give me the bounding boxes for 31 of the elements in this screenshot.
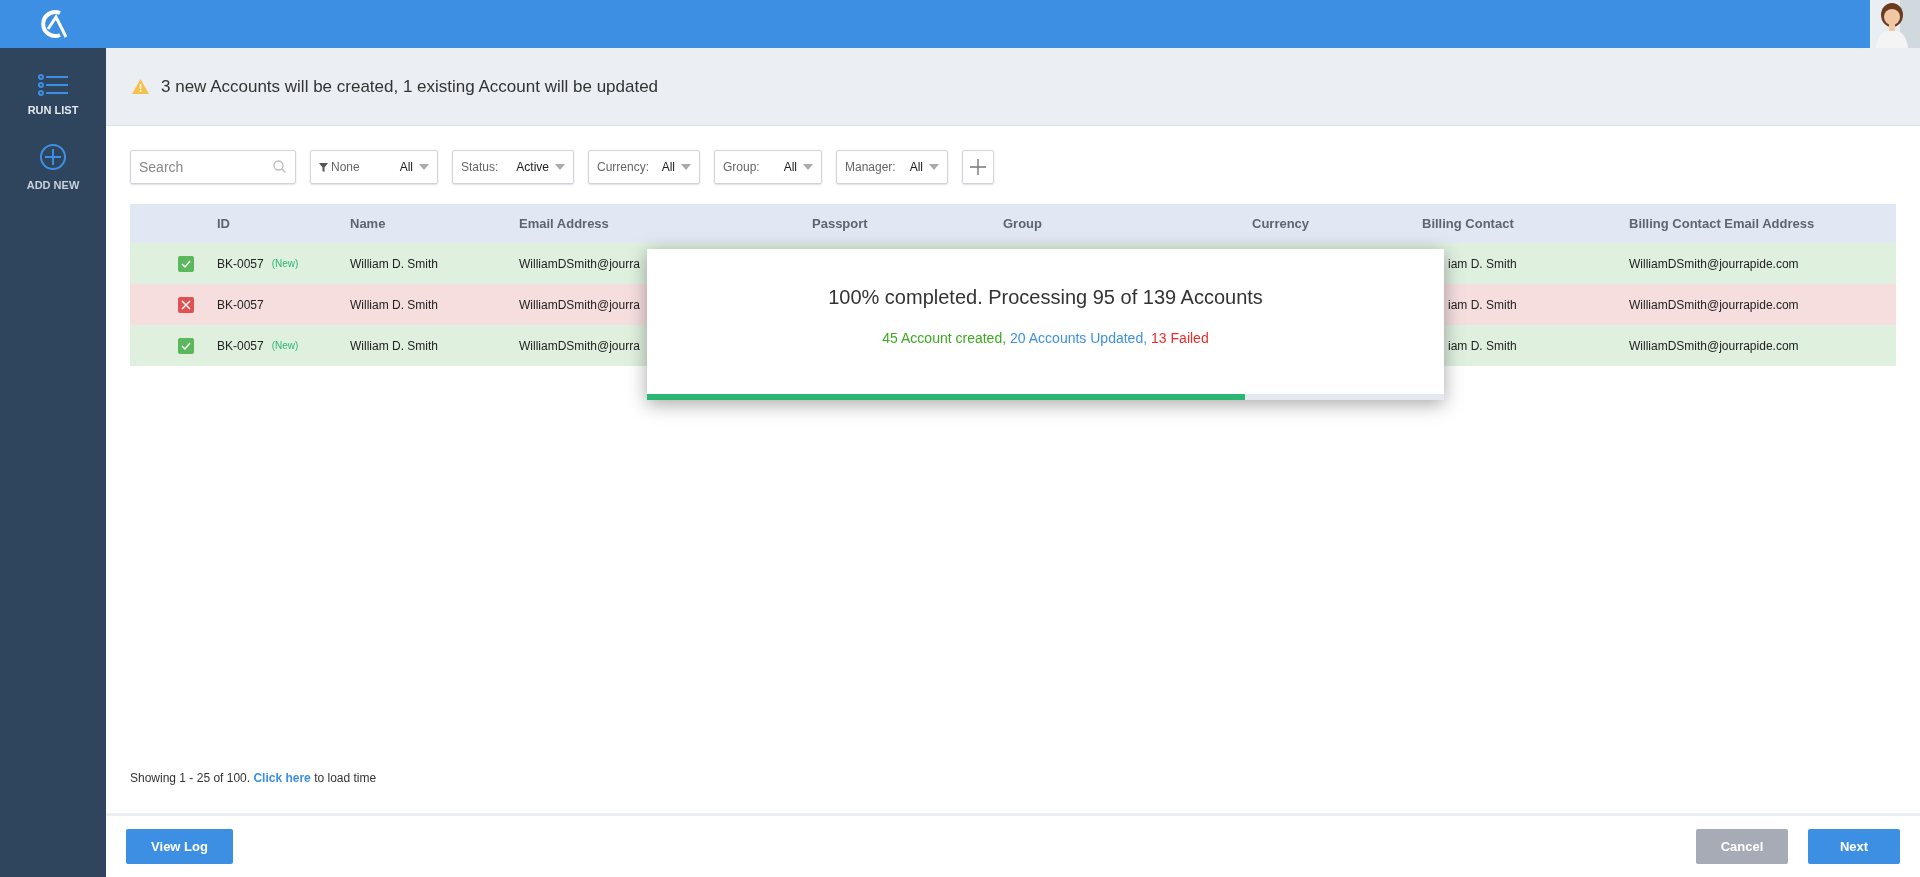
failed-count: 13 Failed [1151,329,1209,348]
new-label: (New) [271,339,299,353]
column-header: Email Address [519,215,609,231]
table-cell: iam D. Smith [1448,256,1517,271]
table-cell: William D. Smith [350,297,438,312]
table-cell: WilliamDSmith@jourra [519,338,640,353]
table-cell-text: BK-0057 [217,296,264,314]
column-header: Name [350,215,386,231]
alert-message: 3 new Accounts will be created, 1 existing Account will be updated [161,75,659,98]
pagination-note: Showing 1 - 25 of 100. Click here to load time [130,770,378,787]
column-header: Passport [812,215,868,231]
column-header: ID [217,215,230,231]
table-cell: iam D. Smith [1448,297,1517,312]
updated-count: 20 Accounts Updated, [1010,329,1148,348]
dialog-title: 100% completed. Processing 95 of 139 Accounts [827,285,1264,310]
table-cell-text: BK-0057 [217,255,264,273]
table-cell-text: BK-0057 [217,337,264,355]
table-cell: WilliamDSmith@jourra [519,297,640,312]
table-cell: WilliamDSmith@jourra [519,256,640,271]
table-cell: William D. Smith [350,338,438,353]
column-header: Group [1003,215,1042,231]
created-count: 45 Account created, [882,329,1007,348]
table-cell: WilliamDSmith@jourrapide.com [1629,256,1799,271]
table-cell: iam D. Smith [1448,338,1517,353]
column-header: Billing Contact Email Address [1629,215,1815,231]
table-cell: William D. Smith [350,256,438,271]
table-cell: WilliamDSmith@jourrapide.com [1629,338,1799,353]
column-header: Billing Contact [1422,215,1514,231]
new-label: (New) [271,257,299,271]
column-header: Currency [1252,215,1310,231]
table-cell: WilliamDSmith@jourrapide.com [1629,297,1799,312]
